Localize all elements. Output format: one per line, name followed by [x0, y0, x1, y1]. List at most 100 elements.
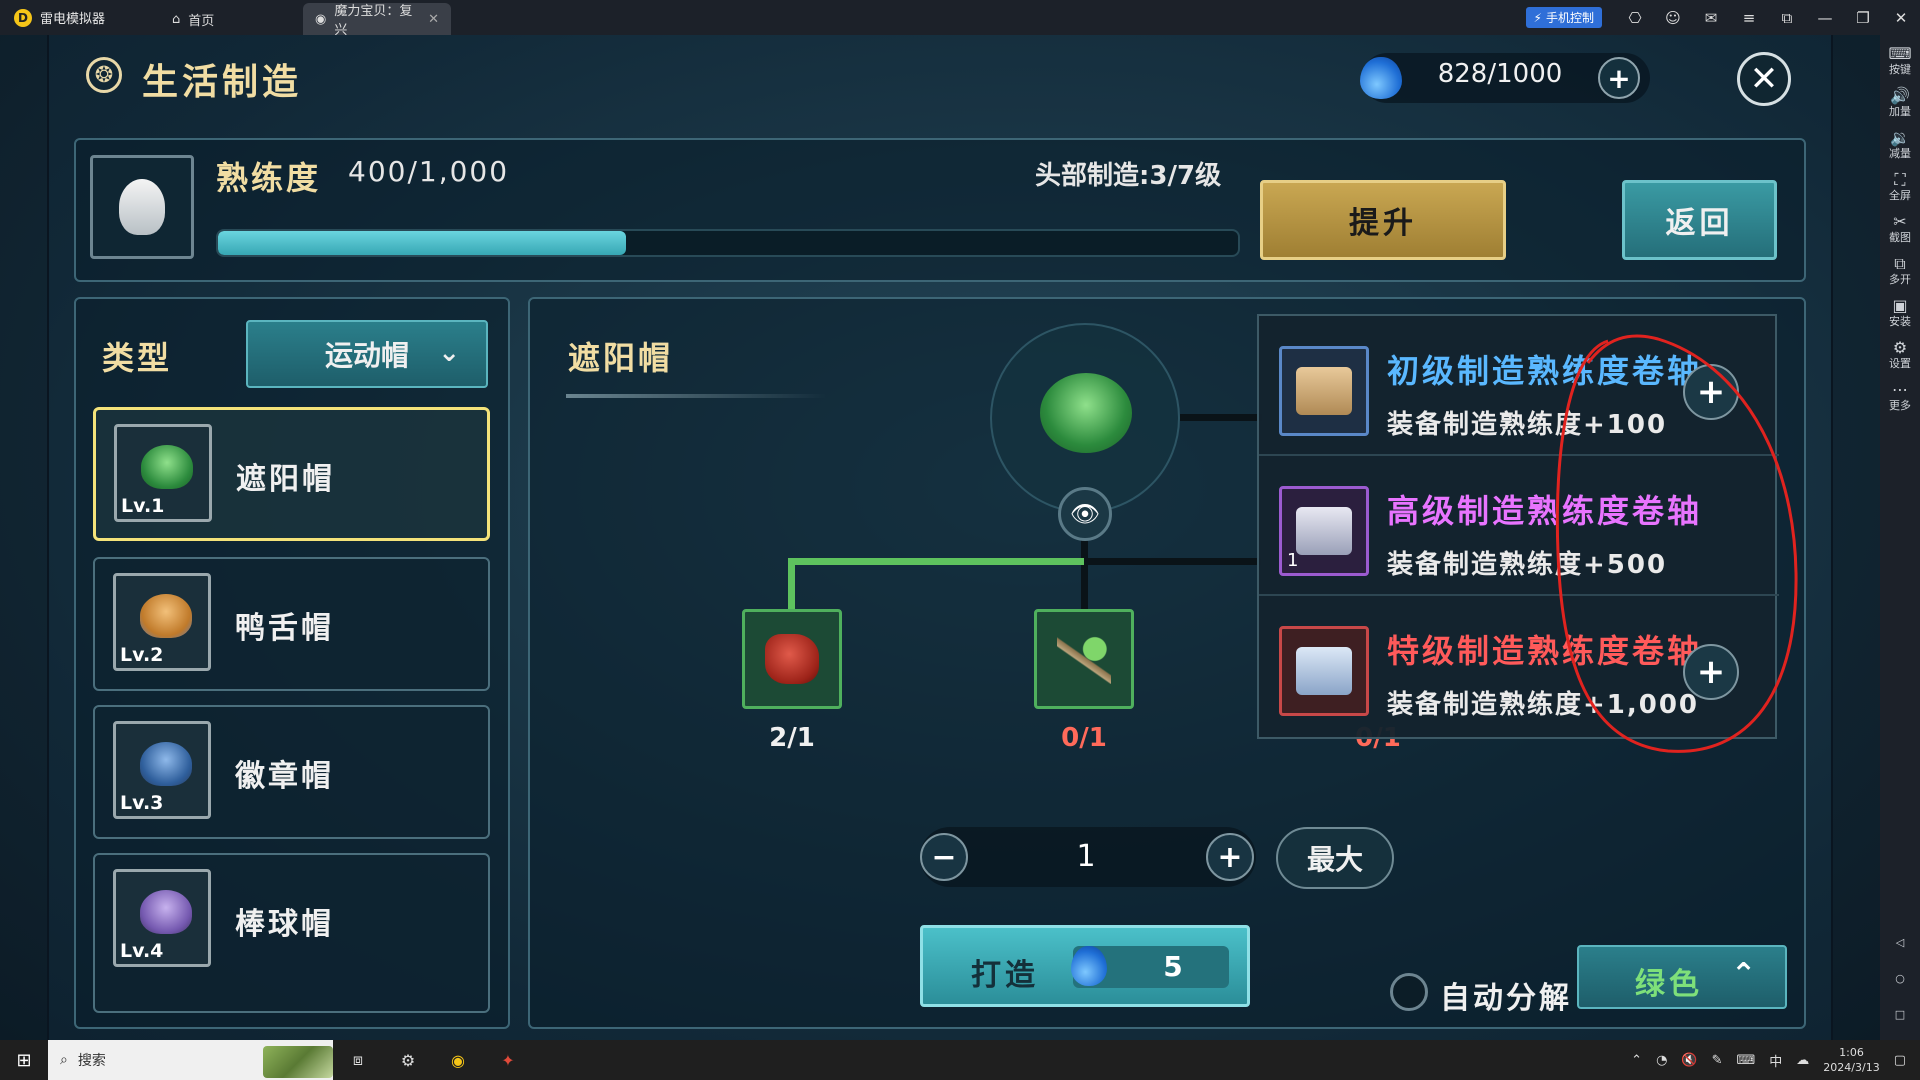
- settings-app-icon[interactable]: ⚙: [383, 1051, 433, 1070]
- max-button[interactable]: 最大: [1276, 827, 1394, 889]
- proficiency-label: 熟练度: [216, 159, 322, 197]
- sidebar-item-multi[interactable]: ⧉ 多开: [1880, 256, 1920, 287]
- chevron-up-icon: ⌃: [1731, 957, 1757, 992]
- back-nav-icon[interactable]: ◁: [1880, 936, 1920, 950]
- type-dropdown[interactable]: 运动帽 ⌄: [246, 320, 488, 388]
- sidebar-item-screenshot[interactable]: ✂ 截图: [1880, 214, 1920, 245]
- notifications-icon[interactable]: ▢: [1894, 1053, 1906, 1068]
- maximize-icon[interactable]: ❐: [1844, 9, 1882, 27]
- recipe-title: 遮阳帽: [568, 339, 674, 377]
- chevron-up-icon[interactable]: ⌃: [1631, 1053, 1642, 1068]
- material-slot[interactable]: [742, 609, 842, 709]
- close-window-icon[interactable]: ✕: [1882, 9, 1920, 27]
- energy-value: 828/1000: [1437, 59, 1563, 89]
- volume-up-icon: 🔊: [1890, 86, 1910, 105]
- hat-name: 徽章帽: [235, 759, 334, 794]
- craft-label: 打造: [971, 958, 1039, 993]
- auto-decompose-radio[interactable]: [1390, 973, 1428, 1011]
- sidebar-item-label: 减量: [1889, 147, 1911, 160]
- network-icon[interactable]: ◔: [1656, 1053, 1667, 1068]
- hat-list-item[interactable]: Lv.1 遮阳帽: [93, 407, 490, 541]
- sidebar-item-volume-up[interactable]: 🔊 加量: [1880, 86, 1920, 119]
- windows-taskbar: ⊞ ⌕ 搜索 ⧈ ⚙ ◉ ✦ ⌃ ◔ 🔇 ✎ ⌨ 中 ☁ 1:06 2024/3…: [0, 1040, 1920, 1080]
- sidebar-item-label: 设置: [1889, 357, 1911, 370]
- scroll-count: 1: [1287, 550, 1299, 571]
- scroll-icon: [1279, 346, 1369, 436]
- material-slot[interactable]: [1034, 609, 1134, 709]
- home-icon: ⌂: [172, 11, 181, 27]
- account-icon[interactable]: ☺: [1654, 9, 1692, 27]
- red-ore-icon: [765, 634, 819, 684]
- windows-start-icon[interactable]: ⊞: [0, 1050, 48, 1071]
- eye-icon[interactable]: 👁: [1058, 487, 1112, 541]
- sidebar-item-volume-down[interactable]: 🔉 减量: [1880, 130, 1920, 161]
- ime-icon[interactable]: 中: [1769, 1051, 1782, 1070]
- hat-list-item[interactable]: Lv.2 鸭舌帽: [93, 557, 490, 691]
- sidebar-item-settings[interactable]: ⚙ 设置: [1880, 338, 1920, 371]
- hat-list-item[interactable]: Lv.3 徽章帽: [93, 705, 490, 839]
- mail-icon[interactable]: ✉: [1692, 9, 1730, 27]
- game-viewport: ❂ 生活制造 828/1000 + ✕ 熟练度 400/1,000 头部制造:3…: [0, 35, 1880, 1040]
- minimize-icon[interactable]: —: [1806, 9, 1844, 27]
- clock-time: 1:06: [1839, 1046, 1864, 1059]
- sidebar-item-install[interactable]: ▣ 安装: [1880, 298, 1920, 329]
- branch-icon: [1057, 634, 1111, 684]
- type-dropdown-value: 运动帽: [324, 339, 409, 372]
- close-button[interactable]: ✕: [1737, 52, 1791, 106]
- sidebar-item-label: 更多: [1889, 399, 1911, 412]
- clock[interactable]: 1:06 2024/3/13: [1823, 1045, 1879, 1075]
- badge-cap-icon: Lv.3: [113, 721, 211, 819]
- keyboard-icon[interactable]: ⌨: [1737, 1053, 1756, 1068]
- emulator-logo-icon: D: [14, 8, 32, 27]
- sidebar-item-keys[interactable]: ⌨ 按键: [1880, 44, 1920, 77]
- gamepad-icon[interactable]: ⎔: [1616, 9, 1654, 27]
- proficiency-value: 400/1,000: [348, 155, 510, 188]
- hat-level: Lv.1: [121, 495, 165, 517]
- keyboard-icon: ⌨: [1888, 44, 1912, 63]
- recents-nav-icon[interactable]: □: [1880, 1008, 1920, 1022]
- cloud-icon[interactable]: ☁: [1796, 1053, 1809, 1068]
- upgrade-button[interactable]: 提升: [1260, 180, 1506, 260]
- app-name: 雷电模拟器: [40, 12, 106, 27]
- sun-visor-icon: Lv.1: [114, 424, 212, 522]
- tab-home[interactable]: ⌂ 首页: [160, 3, 295, 35]
- back-button[interactable]: 返回: [1622, 180, 1777, 260]
- hat-name: 遮阳帽: [236, 462, 335, 497]
- more-icon: ⋯: [1892, 380, 1908, 399]
- proficiency-bar-fill: [218, 231, 626, 255]
- speaker-muted-icon[interactable]: 🔇: [1681, 1053, 1697, 1068]
- craft-cost-value: 5: [1163, 950, 1183, 983]
- page-title: 生活制造: [142, 62, 303, 103]
- decrease-button[interactable]: −: [920, 833, 968, 881]
- restore-layout-icon[interactable]: ⧉: [1768, 9, 1806, 27]
- quantity-value[interactable]: 1: [1046, 839, 1126, 874]
- lightning-icon: ⚡: [1533, 10, 1542, 25]
- phone-control-button[interactable]: ⚡ 手机控制: [1525, 7, 1602, 28]
- tree-connector: [788, 558, 1084, 565]
- craft-button[interactable]: 打造 5: [920, 925, 1250, 1007]
- tab-home-label: 首页: [188, 13, 215, 29]
- task-view-icon[interactable]: ⧈: [333, 1050, 383, 1070]
- sidebar-item-fullscreen[interactable]: ⛶ 全屏: [1880, 172, 1920, 203]
- head-crafting-level: 头部制造:3/7级: [1035, 161, 1222, 191]
- pen-icon[interactable]: ✎: [1712, 1053, 1723, 1068]
- emulator-titlebar: D 雷电模拟器 ⌂ 首页 ◉ 魔力宝贝：复兴 ✕ ⚡ 手机控制 ⎔ ☺ ✉ ≡ …: [0, 0, 1920, 38]
- add-energy-button[interactable]: +: [1598, 57, 1640, 99]
- proficiency-bar: [216, 229, 1240, 257]
- home-nav-icon[interactable]: ○: [1880, 972, 1920, 986]
- hat-list-item[interactable]: Lv.4 棒球帽: [93, 853, 490, 1013]
- sidebar-item-label: 加量: [1889, 105, 1911, 118]
- search-highlight-image: [263, 1046, 333, 1078]
- emulator-app-icon[interactable]: ◉: [433, 1051, 483, 1070]
- menu-icon[interactable]: ≡: [1730, 9, 1768, 27]
- sidebar-item-more[interactable]: ⋯ 更多: [1880, 380, 1920, 413]
- taskbar-search[interactable]: ⌕ 搜索: [48, 1040, 333, 1080]
- game-app-icon[interactable]: ✦: [483, 1051, 533, 1070]
- gear-icon: ⚙: [1892, 338, 1908, 357]
- peaked-cap-icon: Lv.2: [113, 573, 211, 671]
- auto-decompose-label: 自动分解: [1440, 981, 1572, 1016]
- color-filter-button[interactable]: 绿色 ⌃: [1577, 945, 1787, 1009]
- tab-game[interactable]: ◉ 魔力宝贝：复兴 ✕: [303, 3, 451, 38]
- increase-button[interactable]: +: [1206, 833, 1254, 881]
- close-tab-icon[interactable]: ✕: [428, 12, 439, 27]
